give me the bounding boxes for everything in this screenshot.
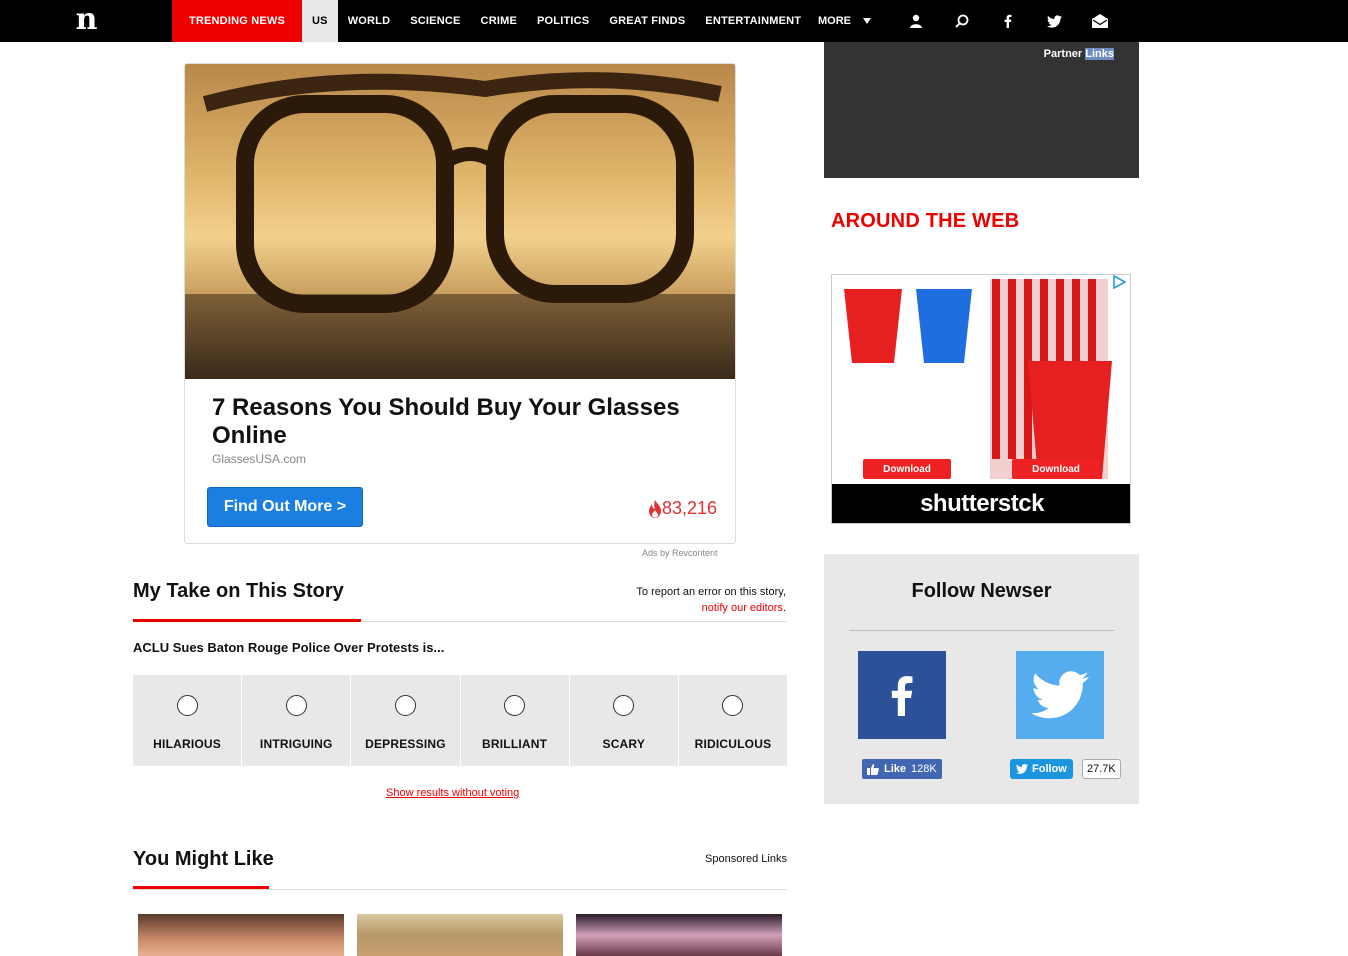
report-error: To report an error on this story, notify… — [636, 584, 786, 616]
thumbs-up-icon — [867, 763, 879, 775]
vote-label: RIDICULOUS — [694, 737, 772, 751]
ad-popularity: 83,216 — [648, 498, 717, 519]
search-icon[interactable] — [939, 0, 985, 42]
report-end: . — [782, 602, 786, 614]
adchoices-icon[interactable] — [1112, 275, 1128, 291]
ad-image-glasses[interactable] — [185, 64, 735, 379]
newser-logo[interactable]: n — [0, 0, 172, 42]
user-icon[interactable] — [893, 0, 939, 42]
nav-entertainment[interactable]: ENTERTAINMENT — [695, 0, 811, 42]
flame-icon — [648, 499, 661, 518]
twitter-follower-count: 27.7K — [1082, 759, 1121, 779]
nav-great-finds[interactable]: GREAT FINDS — [599, 0, 695, 42]
recommendation-thumbnail[interactable] — [357, 914, 563, 956]
twitter-bird-icon — [1016, 764, 1028, 774]
vote-intriguing[interactable]: INTRIGUING — [242, 675, 351, 766]
radio-button[interactable] — [504, 695, 526, 716]
shutterstock-brand: shutterstck — [832, 484, 1130, 523]
twitter-icon[interactable] — [1016, 651, 1104, 739]
vote-options: HILARIOUS INTRIGUING DEPRESSING BRILLIAN… — [133, 675, 788, 766]
top-nav: n TRENDING NEWS US WORLD SCIENCE CRIME P… — [0, 0, 1348, 42]
download-button[interactable]: Download — [863, 459, 951, 479]
notify-editors-link[interactable]: notify our editors — [702, 602, 783, 614]
divider — [133, 889, 787, 890]
twitter-follow-button[interactable]: Follow — [1010, 759, 1073, 779]
vote-label: DEPRESSING — [365, 737, 446, 751]
vote-ridiculous[interactable]: RIDICULOUS — [678, 675, 788, 766]
vote-depressing[interactable]: DEPRESSING — [351, 675, 460, 766]
like-label: Like — [884, 763, 907, 775]
recommendation-thumbnail[interactable] — [576, 914, 782, 956]
vote-label: SCARY — [602, 737, 646, 751]
radio-button[interactable] — [394, 695, 416, 716]
radio-button[interactable] — [722, 695, 744, 716]
facebook-icon[interactable] — [985, 0, 1031, 42]
partner-links-label[interactable]: Partner Links — [1044, 48, 1114, 60]
links-text: Links — [1085, 48, 1114, 60]
report-text: To report an error on this story, — [636, 586, 786, 598]
download-button[interactable]: Download — [1012, 459, 1100, 479]
facebook-icon[interactable] — [858, 651, 946, 739]
my-take-title: My Take on This Story — [133, 580, 344, 602]
ad-image-cups — [844, 279, 1112, 479]
partner-ad-box[interactable]: Partner Links — [824, 42, 1139, 178]
nav-right: MORE — [816, 0, 1123, 42]
vote-scary[interactable]: SCARY — [569, 675, 678, 766]
partner-text: Partner — [1043, 48, 1083, 60]
nav-us[interactable]: US — [302, 0, 338, 42]
vote-label: BRILLIANT — [482, 737, 548, 751]
ad-source: GlassesUSA.com — [212, 452, 307, 466]
find-out-more-button[interactable]: Find Out More > — [207, 487, 363, 527]
nav-world[interactable]: WORLD — [338, 0, 401, 42]
radio-button[interactable] — [176, 695, 198, 716]
title-underline — [133, 886, 269, 889]
follow-newser-box: Follow Newser Like 128K Follow 27.7K — [824, 554, 1139, 804]
you-might-like-title: You Might Like — [133, 848, 274, 870]
nav-crime[interactable]: CRIME — [471, 0, 527, 42]
chevron-down-icon[interactable] — [863, 18, 871, 24]
sponsored-ad-card[interactable]: 7 Reasons You Should Buy Your Glasses On… — [184, 63, 736, 544]
sponsored-links-label: Sponsored Links — [705, 853, 787, 865]
vote-brilliant[interactable]: BRILLIANT — [460, 675, 569, 766]
vote-question: ACLU Sues Baton Rouge Police Over Protes… — [133, 640, 445, 655]
show-results-link[interactable]: Show results without voting — [386, 787, 519, 799]
twitter-icon[interactable] — [1031, 0, 1077, 42]
around-the-web-title: AROUND THE WEB — [831, 210, 1020, 232]
follow-label: Follow — [1032, 763, 1067, 775]
follow-title: Follow Newser — [911, 580, 1052, 602]
radio-button[interactable] — [613, 695, 635, 716]
nav-trending-news[interactable]: TRENDING NEWS — [172, 0, 302, 42]
like-count: 128K — [911, 763, 937, 775]
radio-button[interactable] — [285, 695, 307, 716]
title-underline — [133, 619, 361, 622]
vote-label: INTRIGUING — [259, 737, 333, 751]
nav-more[interactable]: MORE — [818, 15, 851, 27]
ad-count: 83,216 — [661, 498, 717, 518]
nav-science[interactable]: SCIENCE — [400, 0, 470, 42]
mail-icon[interactable] — [1077, 0, 1123, 42]
vote-label: HILARIOUS — [153, 737, 221, 751]
facebook-like-button[interactable]: Like 128K — [862, 759, 942, 779]
nav-politics[interactable]: POLITICS — [527, 0, 599, 42]
shutterstock-ad[interactable]: Download Download shutterstck — [831, 274, 1131, 524]
ad-title[interactable]: 7 Reasons You Should Buy Your Glasses On… — [212, 394, 712, 450]
divider — [849, 630, 1114, 631]
vote-hilarious[interactable]: HILARIOUS — [133, 675, 242, 766]
recommendation-thumbnail[interactable] — [138, 914, 344, 956]
ads-credit[interactable]: Ads by Revcontent — [642, 548, 718, 558]
